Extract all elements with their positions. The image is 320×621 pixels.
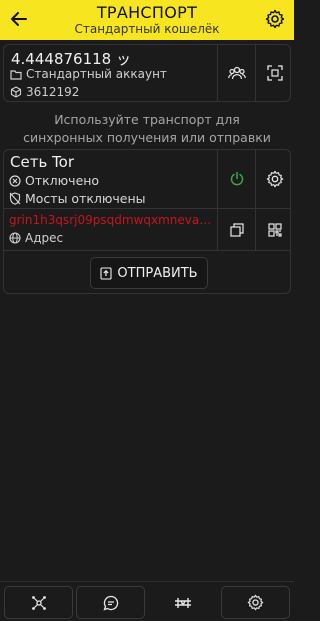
shield-off-icon [9, 192, 21, 205]
status-text: Отключено [25, 173, 100, 188]
qr-code-button[interactable] [256, 209, 293, 250]
transport-settings-button[interactable] [256, 150, 293, 208]
qr-code-icon [267, 222, 282, 237]
top-app-bar: ТРАНСПОРТ Стандартный кошелёк [0, 0, 294, 40]
tor-address-value: grin1h3qsrj09psqdmwqxmneva53j... [9, 213, 214, 227]
cube-icon [10, 86, 22, 98]
address-label-text: Адрес [25, 231, 64, 245]
folder-icon [10, 69, 22, 80]
wallet-height: 3612192 [10, 85, 79, 99]
accounts-icon [227, 66, 246, 80]
transport-icon [174, 597, 191, 608]
nav-network[interactable] [4, 586, 73, 619]
wallet-balance: 4.444876118 ッ [11, 50, 131, 68]
bottom-navigation [0, 581, 294, 621]
page-subtitle: Стандартный кошелёк [74, 22, 220, 36]
bridges-status: Мосты отключены [9, 191, 146, 206]
settings-gear-icon[interactable] [265, 9, 285, 29]
address-label: Адрес [9, 231, 63, 245]
connection-status: Отключено [9, 173, 99, 188]
network-name: Сеть Tor [10, 153, 75, 171]
globe-icon [9, 232, 21, 244]
nav-settings[interactable] [221, 586, 290, 619]
power-icon [230, 171, 243, 186]
upload-icon [100, 266, 112, 280]
scan-icon [266, 65, 283, 81]
nav-transport[interactable] [148, 586, 217, 619]
send-button[interactable]: ОТПРАВИТЬ [90, 257, 208, 289]
send-button-label: ОТПРАВИТЬ [117, 265, 198, 281]
power-toggle-button[interactable] [218, 150, 255, 208]
tor-transport-card: Сеть Tor Отключено Мосты отключены grin1… [3, 149, 291, 294]
bridges-text: Мосты отключены [25, 191, 146, 206]
copy-address-button[interactable] [218, 209, 255, 250]
accounts-button[interactable] [218, 45, 255, 101]
disconnected-icon [9, 174, 21, 187]
gear-icon [266, 170, 283, 188]
page-title: ТРАНСПОРТ [96, 3, 198, 22]
nav-messages[interactable] [76, 586, 145, 619]
account-name: Стандартный аккаунт [26, 67, 167, 81]
block-height: 3612192 [26, 85, 80, 99]
messages-icon [102, 595, 118, 611]
scan-button[interactable] [256, 45, 293, 101]
wallet-summary-card: 4.444876118 ッ Стандартный аккаунт 361219… [3, 44, 291, 102]
settings-icon [247, 594, 264, 611]
network-icon [31, 595, 46, 610]
wallet-account: Стандартный аккаунт [10, 67, 167, 81]
copy-icon [229, 222, 244, 237]
